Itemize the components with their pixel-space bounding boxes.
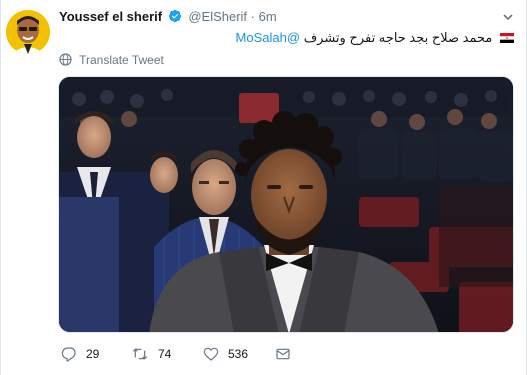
translate-label: Translate Tweet [79, 53, 164, 67]
direct-message-button[interactable] [275, 344, 300, 364]
reply-icon [61, 347, 76, 362]
reply-count: 29 [86, 347, 100, 361]
tweet-body: محمد صلاح بجد حاجه تفرح وتشرف [303, 30, 493, 45]
user-handle[interactable]: @ElSherif [188, 9, 247, 24]
like-button[interactable]: 536 [203, 344, 248, 364]
tweet-card[interactable]: Youssef el sherif @ElSherif · 6m محمد صل… [0, 0, 527, 375]
display-name[interactable]: Youssef el sherif [59, 9, 162, 24]
tweet-photo[interactable] [58, 76, 514, 333]
tweet-text: محمد صلاح بجد حاجه تفرح وتشرف @MoSalah [59, 28, 514, 48]
chevron-down-icon[interactable] [502, 10, 514, 22]
like-count: 536 [228, 347, 249, 361]
retweet-button[interactable]: 74 [131, 344, 171, 364]
avatar[interactable] [6, 10, 50, 54]
retweet-count: 74 [158, 347, 172, 361]
envelope-icon [276, 348, 290, 360]
reply-button[interactable]: 29 [61, 344, 99, 364]
globe-icon [59, 53, 72, 66]
timestamp[interactable]: 6m [259, 9, 277, 24]
tweet-actions: 29 74 536 [59, 344, 514, 364]
tweet-header: Youssef el sherif @ElSherif · 6m [59, 8, 514, 26]
retweet-icon [132, 348, 148, 360]
heart-icon [203, 347, 219, 361]
translate-tweet-button[interactable]: Translate Tweet [59, 53, 164, 67]
verified-badge-icon [168, 9, 182, 28]
egypt-flag-icon [500, 29, 514, 43]
separator-dot: · [250, 9, 256, 24]
mention-link[interactable]: @MoSalah [236, 30, 301, 45]
